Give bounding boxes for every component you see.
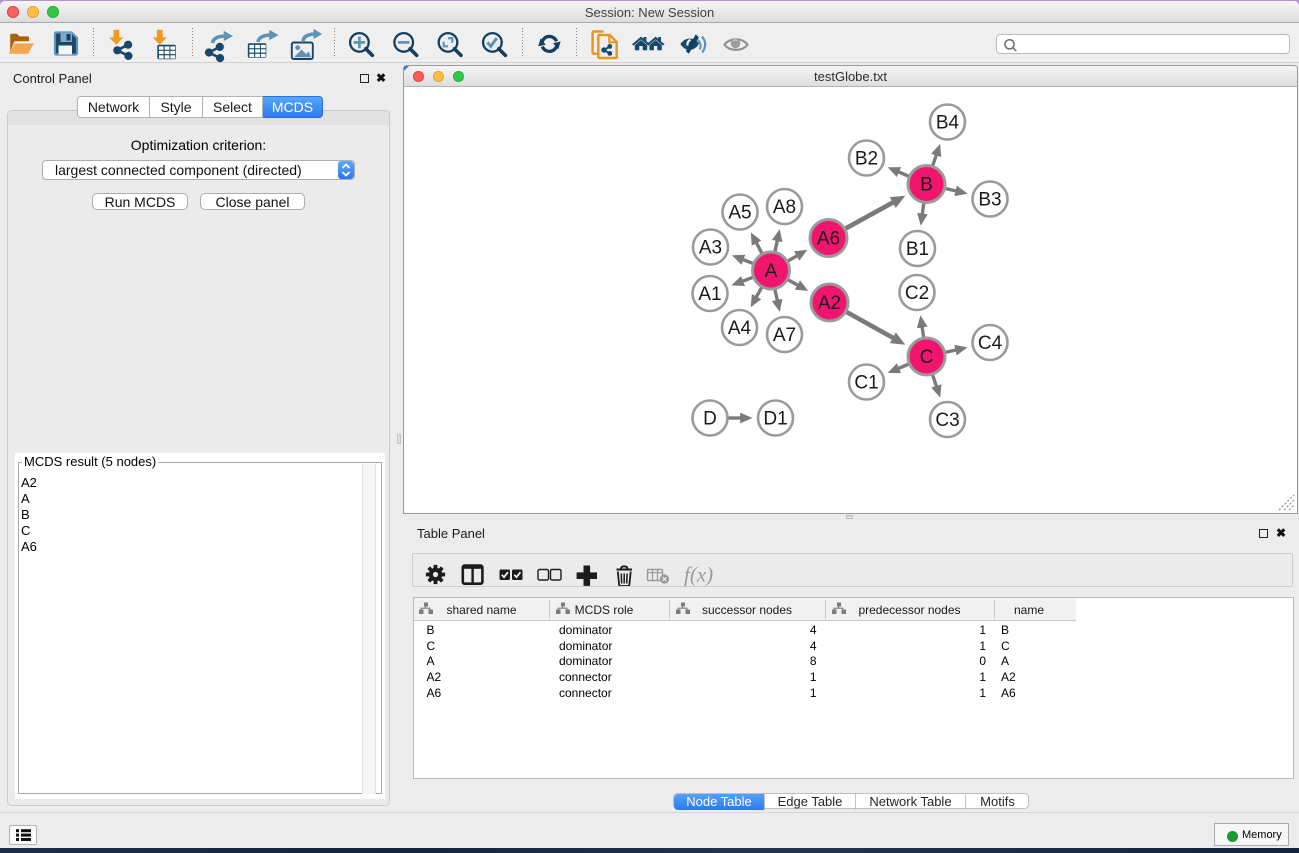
svg-text:A4: A4	[728, 318, 752, 339]
svg-text:A3: A3	[699, 238, 722, 259]
svg-text:C: C	[920, 347, 934, 368]
svg-text:A8: A8	[773, 197, 796, 218]
svg-text:A5: A5	[728, 203, 751, 224]
svg-text:C2: C2	[905, 283, 929, 304]
svg-text:f(x): f(x)	[684, 563, 713, 587]
svg-text:D1: D1	[763, 409, 787, 430]
svg-text:A7: A7	[773, 325, 796, 346]
svg-text:B: B	[920, 175, 933, 196]
svg-text:B4: B4	[936, 113, 960, 134]
svg-text:B3: B3	[978, 190, 1001, 211]
svg-text:D: D	[703, 409, 717, 430]
svg-text:A6: A6	[817, 229, 840, 250]
svg-text:B2: B2	[855, 149, 878, 170]
svg-text:C4: C4	[978, 333, 1003, 354]
svg-text:B1: B1	[906, 239, 929, 260]
svg-text:C3: C3	[935, 410, 959, 431]
svg-text:C1: C1	[854, 373, 878, 394]
svg-text:A1: A1	[698, 284, 721, 305]
svg-text:A: A	[765, 261, 778, 282]
svg-text:A2: A2	[818, 293, 841, 314]
